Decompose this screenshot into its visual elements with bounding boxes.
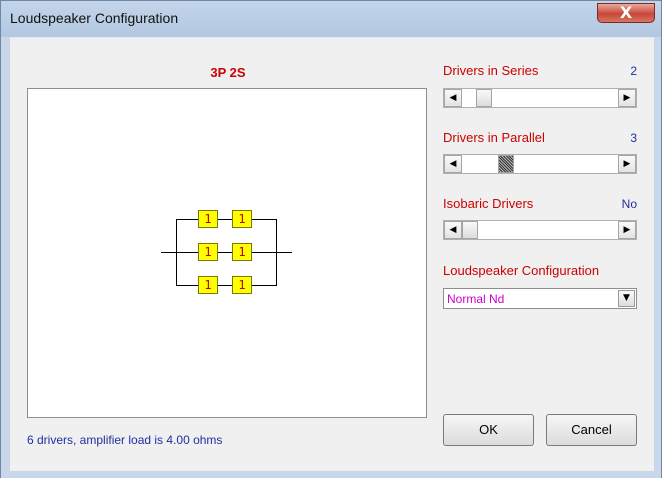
parallel-scrollbar[interactable]: ◀ ▶ xyxy=(443,154,637,174)
dialog-client-area: 3P 2S 111111 6 drivers, amplifier load i… xyxy=(10,38,654,471)
wire xyxy=(161,252,176,253)
title-bar[interactable]: Loudspeaker Configuration X xyxy=(1,1,661,37)
cancel-button[interactable]: Cancel xyxy=(546,414,637,446)
ok-button[interactable]: OK xyxy=(443,414,534,446)
isobaric-label: Isobaric Drivers xyxy=(443,196,534,211)
parallel-value: 3 xyxy=(630,131,637,145)
driver-box: 1 xyxy=(198,210,218,228)
wire xyxy=(252,219,276,220)
right-arrow-icon[interactable]: ▶ xyxy=(618,155,636,173)
driver-box: 1 xyxy=(198,276,218,294)
wiring-diagram-canvas: 111111 xyxy=(27,88,427,418)
wire xyxy=(176,219,198,220)
left-arrow-icon[interactable]: ◀ xyxy=(444,155,462,173)
right-arrow-icon[interactable]: ▶ xyxy=(618,89,636,107)
series-label: Drivers in Series xyxy=(443,63,539,78)
configuration-select-label: Loudspeaker Configuration xyxy=(443,263,600,278)
wire xyxy=(276,252,292,253)
status-text: 6 drivers, amplifier load is 4.00 ohms xyxy=(27,433,223,447)
driver-box: 1 xyxy=(232,243,252,261)
series-value: 2 xyxy=(630,64,637,78)
right-arrow-icon[interactable]: ▶ xyxy=(618,221,636,239)
frame-right xyxy=(654,37,661,471)
parallel-label: Drivers in Parallel xyxy=(443,130,545,145)
series-scrollbar[interactable]: ◀ ▶ xyxy=(443,88,637,108)
configuration-select[interactable]: Normal Nd ▼ xyxy=(443,288,637,309)
series-scroll-thumb[interactable] xyxy=(476,89,492,107)
left-arrow-icon[interactable]: ◀ xyxy=(444,89,462,107)
driver-box: 1 xyxy=(198,243,218,261)
close-icon: X xyxy=(619,3,633,22)
close-button[interactable]: X xyxy=(597,3,655,23)
configuration-label: 3P 2S xyxy=(210,65,246,80)
frame-bottom xyxy=(1,471,661,478)
configuration-select-value: Normal Nd xyxy=(447,292,505,306)
wire xyxy=(218,252,232,253)
wire xyxy=(252,285,276,286)
left-arrow-icon[interactable]: ◀ xyxy=(444,221,462,239)
isobaric-scrollbar[interactable]: ◀ ▶ xyxy=(443,220,637,240)
wire xyxy=(276,219,277,286)
wire xyxy=(176,285,198,286)
wire xyxy=(218,219,232,220)
wire xyxy=(176,252,198,253)
wire xyxy=(252,252,276,253)
wire xyxy=(218,285,232,286)
driver-box: 1 xyxy=(232,276,252,294)
chevron-down-icon[interactable]: ▼ xyxy=(618,290,635,307)
isobaric-scroll-thumb[interactable] xyxy=(462,221,478,239)
frame-left xyxy=(1,37,10,471)
isobaric-value: No xyxy=(621,197,637,211)
window-title: Loudspeaker Configuration xyxy=(10,10,179,26)
driver-box: 1 xyxy=(232,210,252,228)
dialog-window: Loudspeaker Configuration X 3P 2S 111111… xyxy=(0,0,662,478)
parallel-scroll-thumb[interactable] xyxy=(498,155,514,173)
